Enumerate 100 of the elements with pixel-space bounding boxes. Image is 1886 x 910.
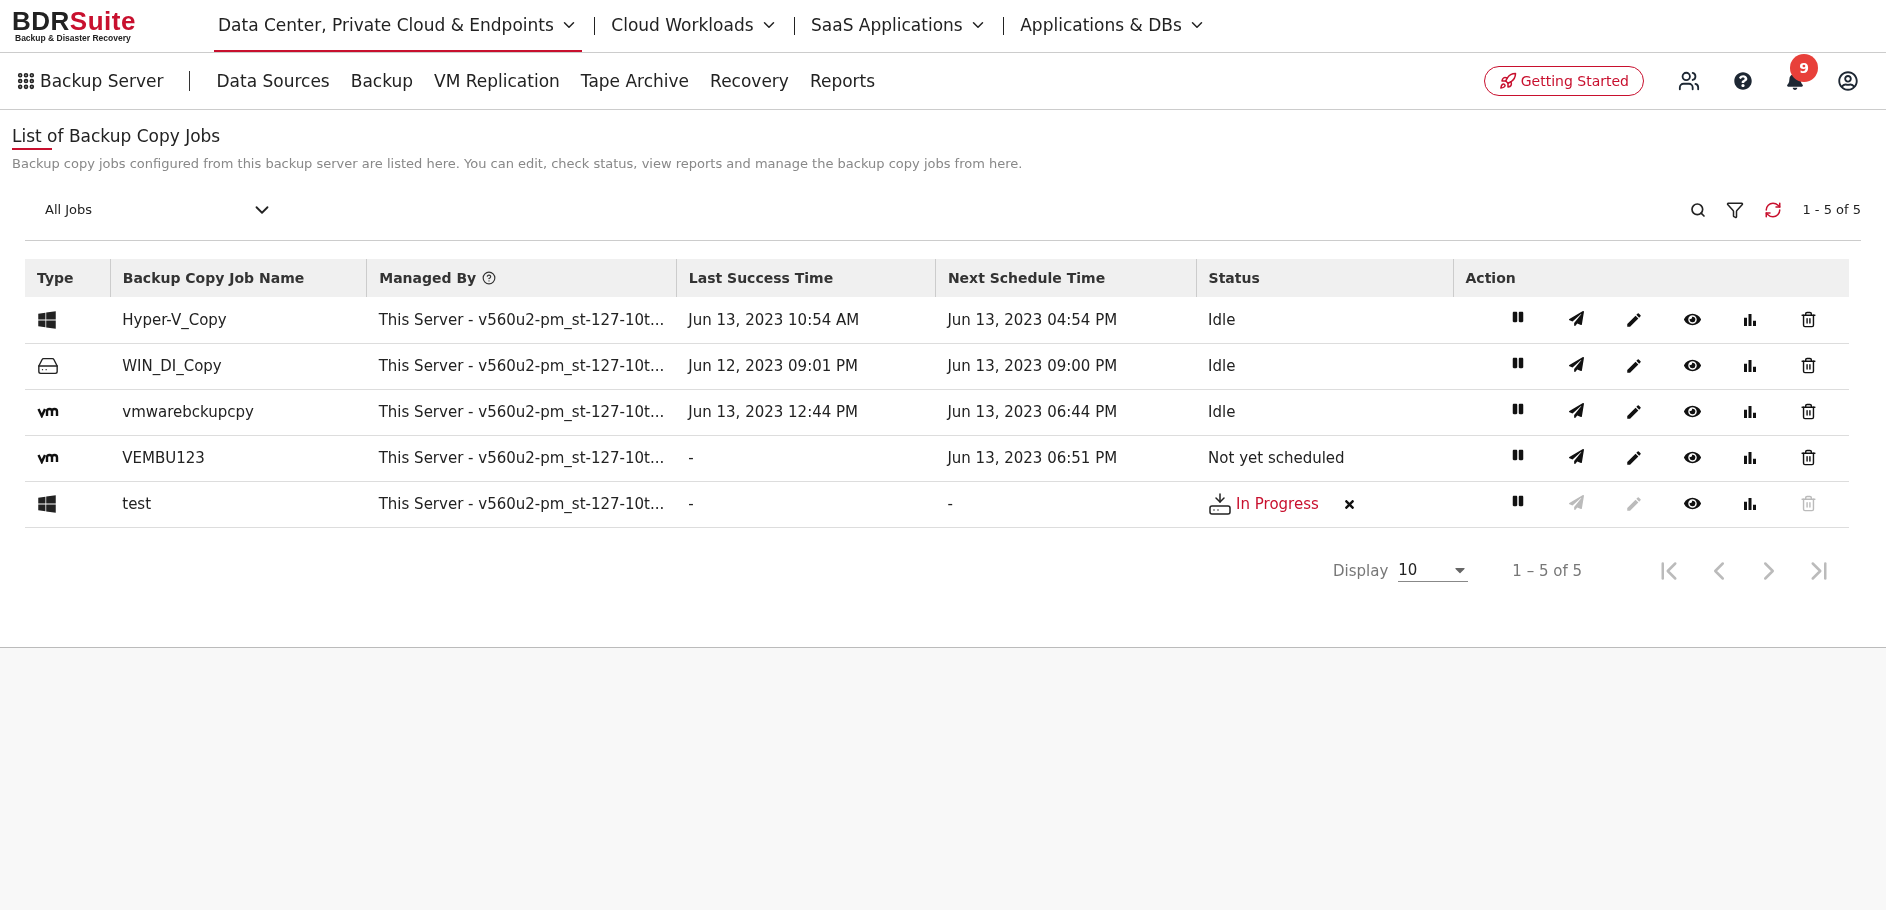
nav-tab[interactable]: Applications & DBs [1016, 0, 1210, 52]
users-button[interactable] [1678, 70, 1700, 92]
search-icon [1690, 201, 1707, 218]
table-cell: This Server - v560u2-pm_st-127-10t... [378, 495, 665, 513]
table-cell: VEMBU123 [122, 449, 205, 467]
cancel-button[interactable] [1342, 497, 1356, 511]
filter-icon [1726, 200, 1745, 219]
help-icon [482, 271, 497, 285]
eye-icon [1683, 357, 1701, 374]
getting-started-button[interactable]: Getting Started [1483, 66, 1644, 96]
user-icon [1838, 71, 1858, 91]
pause-icon [1512, 310, 1524, 323]
table-cell: test [122, 495, 152, 513]
nav-tab[interactable]: SaaS Applications [807, 0, 991, 52]
menu-link[interactable]: Backup [350, 71, 414, 91]
table-cell: Jun 12, 2023 09:01 PM [688, 357, 859, 375]
notification-badge: 9 [1790, 54, 1818, 82]
table-cell: - [688, 495, 694, 513]
paper-plane-icon [1568, 357, 1584, 372]
refresh-icon [1764, 200, 1783, 219]
status-text: In Progress [1236, 495, 1319, 513]
nav-tab[interactable]: Cloud Workloads [607, 0, 782, 52]
column-header: Next Schedule Time [947, 270, 1106, 286]
profile-button[interactable] [1838, 71, 1858, 91]
paper-plane-icon [1568, 449, 1584, 464]
menu-link[interactable]: Reports [809, 71, 876, 91]
users-icon [1678, 70, 1700, 92]
table-cell: Jun 13, 2023 06:51 PM [947, 449, 1118, 467]
column-header: Action [1465, 270, 1516, 286]
table-cell: Jun 13, 2023 04:54 PM [947, 310, 1118, 329]
menu-link[interactable]: VM Replication [434, 71, 560, 91]
column-header: Status [1208, 270, 1260, 286]
brand-tagline: Backup & Disaster Recovery [15, 33, 132, 43]
page-size-dropdown[interactable]: 10 [1398, 559, 1469, 582]
paper-plane-icon [1568, 495, 1584, 510]
table-cell: This Server - v560u2-pm_st-127-10t... [378, 357, 665, 375]
bar-chart-icon [1741, 495, 1759, 513]
hard-drive-icon [37, 355, 59, 377]
help-icon [1734, 72, 1752, 90]
page-description: Backup copy jobs configured from this backup server are listed here. You can edit, check status, view reports and manage the backup copy jobs from here. [12, 156, 1024, 171]
table-cell: - [688, 449, 694, 467]
pencil-icon [1625, 495, 1643, 513]
trash-icon [1799, 449, 1817, 466]
vm-logo-icon [37, 452, 61, 464]
trash-icon [1799, 403, 1817, 420]
table-cell: Hyper-V_Copy [122, 310, 227, 329]
windows-logo-icon [37, 309, 57, 330]
backup-server-menu[interactable]: Backup Server [16, 71, 164, 91]
job-filter-dropdown[interactable]: All Jobs [45, 198, 273, 221]
table-cell: This Server - v560u2-pm_st-127-10t... [378, 403, 665, 421]
pause-icon [1512, 357, 1524, 369]
rocket-icon [1498, 72, 1517, 90]
vm-logo-icon [37, 406, 61, 418]
refresh-button[interactable] [1764, 200, 1783, 219]
pause-icon [1512, 403, 1524, 415]
paper-plane-icon [1568, 310, 1584, 326]
menu-link[interactable]: Recovery [710, 71, 789, 91]
bar-chart-icon [1741, 357, 1759, 375]
trash-icon [1799, 357, 1817, 374]
table-cell: Jun 13, 2023 12:44 PM [688, 403, 859, 421]
status-text: Idle [1208, 310, 1236, 329]
pause-icon [1512, 495, 1524, 507]
table-cell: This Server - v560u2-pm_st-127-10t... [378, 449, 665, 467]
table-cell: WIN_DI_Copy [122, 357, 222, 375]
eye-icon [1683, 449, 1701, 466]
column-header: Type [37, 270, 74, 286]
brand-logo: BDRSuite [12, 9, 137, 33]
page-title: List of Backup Copy Jobs [12, 126, 221, 150]
filter-button[interactable] [1726, 200, 1745, 219]
pencil-icon [1625, 357, 1643, 375]
menu-link[interactable]: Tape Archive [580, 71, 690, 91]
column-header: Managed By [379, 270, 477, 286]
trash-icon [1799, 310, 1817, 328]
eye-icon [1683, 403, 1701, 420]
pause-icon [1512, 449, 1524, 461]
windows-logo-icon [37, 494, 57, 514]
search-button[interactable] [1690, 201, 1707, 218]
table-cell: Jun 13, 2023 09:00 PM [947, 357, 1118, 375]
table-cell: vmwarebckupcpy [122, 403, 254, 421]
status-text: Not yet scheduled [1208, 449, 1345, 467]
drive-download-icon [1208, 492, 1233, 516]
help-button[interactable] [1734, 72, 1752, 90]
close-icon [1342, 497, 1356, 511]
display-label: Display [1333, 561, 1389, 580]
page-range: 1 – 5 of 5 [1512, 561, 1582, 580]
column-header: Last Success Time [688, 270, 834, 286]
table-cell: Jun 13, 2023 10:54 AM [688, 310, 860, 329]
paper-plane-icon [1568, 403, 1584, 418]
status-text: Idle [1208, 357, 1236, 375]
job-count: 1 - 5 of 5 [1802, 202, 1861, 217]
menu-link[interactable]: Data Sources [216, 71, 330, 91]
pencil-icon [1625, 310, 1643, 329]
bar-chart-icon [1741, 449, 1759, 467]
trash-icon [1799, 495, 1817, 512]
table-cell: This Server - v560u2-pm_st-127-10t... [378, 310, 665, 329]
pencil-icon [1625, 403, 1643, 421]
table-cell: Jun 13, 2023 06:44 PM [947, 403, 1118, 421]
column-header: Backup Copy Job Name [122, 270, 305, 286]
eye-icon [1683, 495, 1701, 512]
bar-chart-icon [1741, 403, 1759, 421]
